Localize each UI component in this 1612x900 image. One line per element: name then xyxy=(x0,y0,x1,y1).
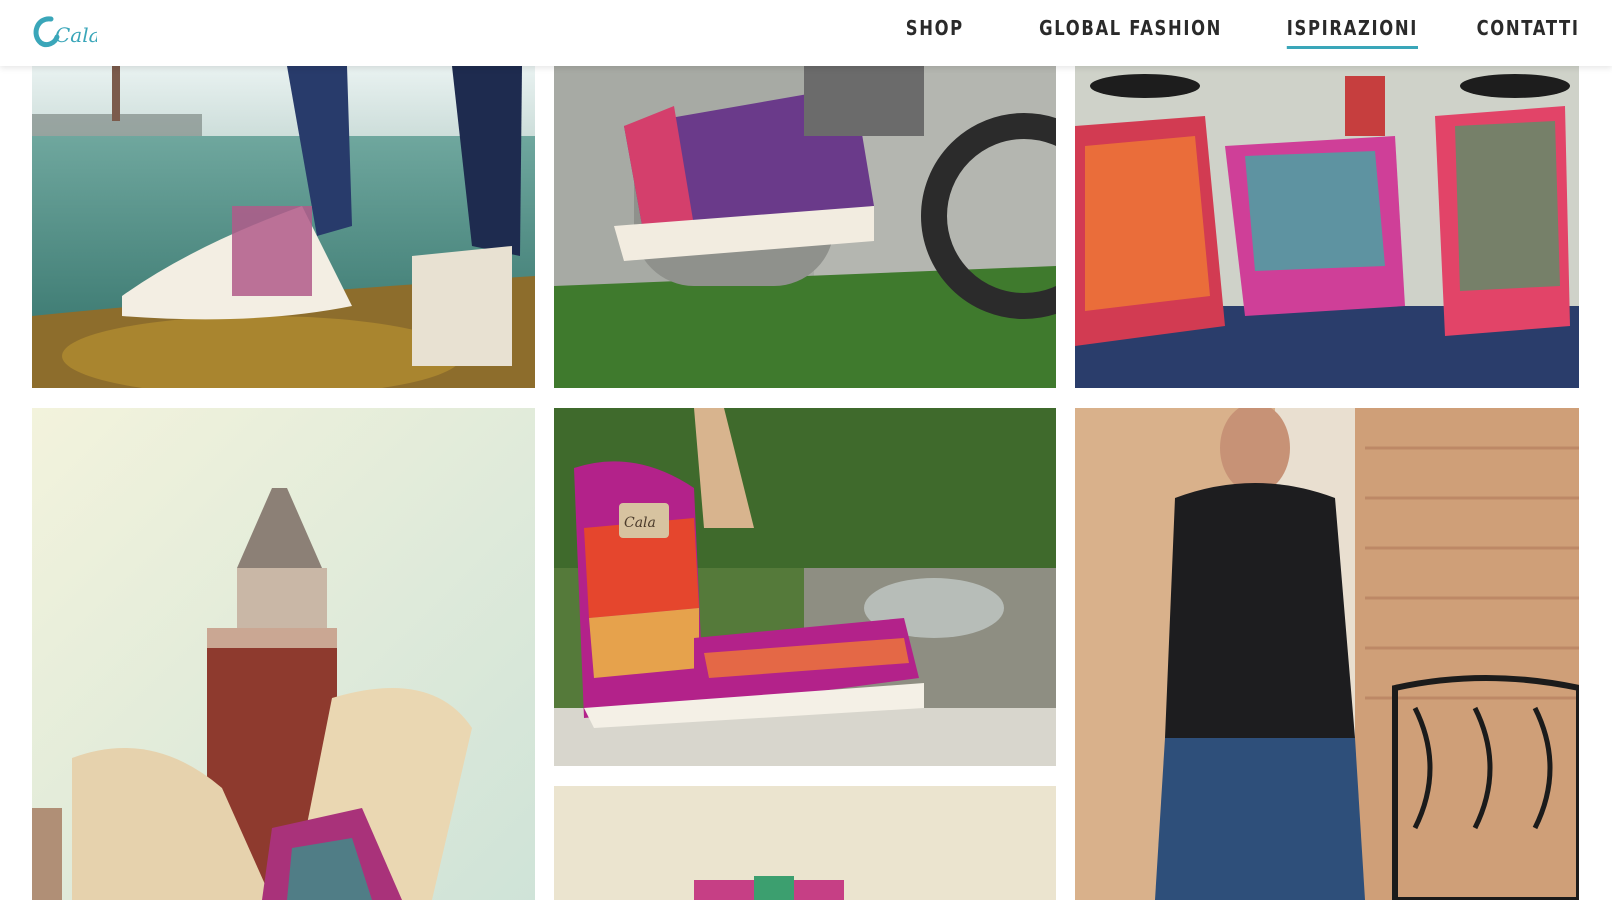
nav-shop[interactable]: SHOP xyxy=(905,16,963,49)
nav-contatti[interactable]: CONTATTI xyxy=(1477,16,1580,49)
gallery-photo-man-jacket[interactable] xyxy=(1075,408,1579,900)
site-header: Cala SHOP GLOBAL FASHION ISPIRAZIONI CON… xyxy=(0,0,1612,66)
logo-wordmark: Cala xyxy=(55,23,97,47)
main-nav: SHOP GLOBAL FASHION ISPIRAZIONI CONTATTI xyxy=(893,16,1580,49)
shoe-tag-label: Cala xyxy=(624,515,656,531)
cala-logo[interactable]: Cala xyxy=(31,11,101,51)
gallery-photo-andean-women[interactable] xyxy=(1075,66,1579,388)
gallery-photo-garden-sneakers[interactable]: Cala xyxy=(554,408,1056,766)
gallery-photo-bike-pedal[interactable] xyxy=(554,66,1056,388)
nav-global-fashion[interactable]: GLOBAL FASHION xyxy=(1040,16,1223,49)
gallery-photo-venice-lagoon[interactable] xyxy=(32,66,535,388)
gallery-photo-partial[interactable] xyxy=(554,786,1056,900)
gallery-photo-campanile[interactable] xyxy=(32,408,535,900)
nav-ispirazioni[interactable]: ISPIRAZIONI xyxy=(1287,16,1419,49)
